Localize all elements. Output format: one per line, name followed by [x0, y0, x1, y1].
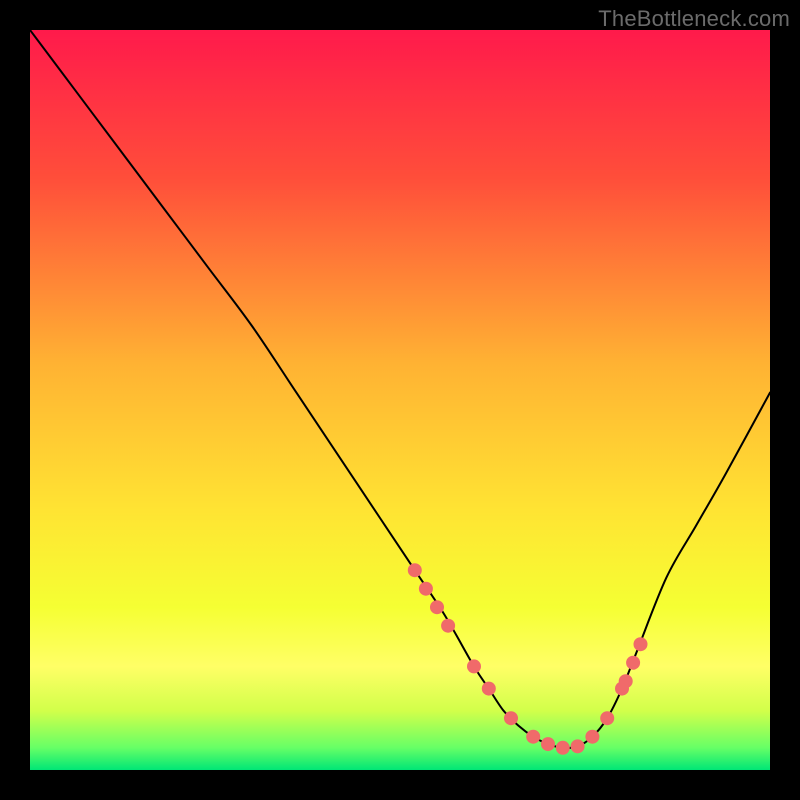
marker-point: [441, 619, 455, 633]
chart-frame: TheBottleneck.com: [0, 0, 800, 800]
marker-point: [619, 674, 633, 688]
marker-point: [571, 739, 585, 753]
marker-point: [626, 656, 640, 670]
marker-point: [556, 741, 570, 755]
marker-point: [634, 637, 648, 651]
marker-point: [467, 659, 481, 673]
marker-point: [419, 582, 433, 596]
marker-point: [585, 730, 599, 744]
marker-point: [408, 563, 422, 577]
marker-point: [541, 737, 555, 751]
marker-point: [430, 600, 444, 614]
marker-point: [526, 730, 540, 744]
plot-area: [30, 30, 770, 770]
marker-point: [482, 682, 496, 696]
watermark-text: TheBottleneck.com: [598, 6, 790, 32]
highlighted-points: [30, 30, 770, 770]
marker-point: [504, 711, 518, 725]
marker-point: [600, 711, 614, 725]
